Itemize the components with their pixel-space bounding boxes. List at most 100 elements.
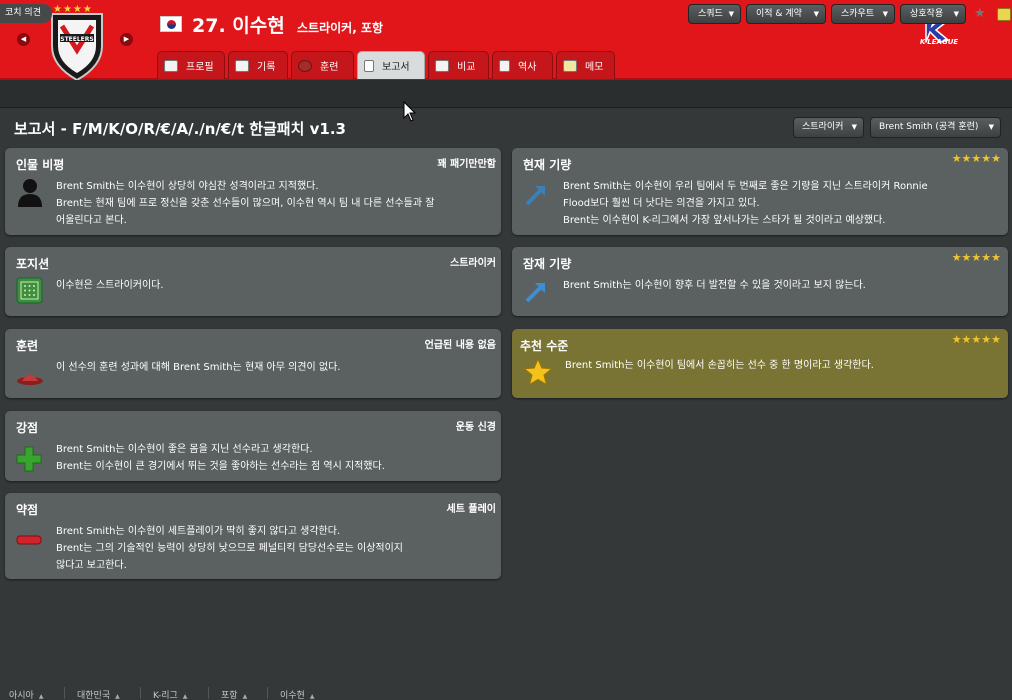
chevron-up-icon: ▲ xyxy=(115,693,120,700)
breadcrumb-item-k-league[interactable]: K-리그 ▲ xyxy=(153,688,187,700)
breadcrumb-label: 포항 xyxy=(221,691,238,700)
scout-dropdown[interactable]: Brent Smith (공격 훈련) ▼ xyxy=(870,117,1001,138)
card-text: Brent Smith는 이수현이 향후 더 발전할 수 있을 것이라고 보지 … xyxy=(563,280,866,291)
training-cone-icon xyxy=(17,374,43,385)
squad-menu-button[interactable]: 스쿼드 ▼ xyxy=(688,4,741,24)
card-title: 약점 xyxy=(16,503,39,517)
chevron-up-icon: ▲ xyxy=(38,693,44,700)
coach-opinion-button[interactable]: 코치 의견 xyxy=(0,4,52,23)
breadcrumb: 아시아 ▲ 대한민국 ▲ K-리그 ▲ 포항 ▲ 이수현 ▲ xyxy=(0,684,1012,700)
card-body: 이 선수의 훈련 성과에 대해 Brent Smith는 현재 아무 의견이 없… xyxy=(56,359,340,376)
recommendation-card: 추천 수준 ★★★★★ Brent Smith는 이수현이 팀에서 손꼽히는 선… xyxy=(512,329,1008,398)
card-title: 추천 수준 xyxy=(520,339,569,353)
tab-history[interactable]: 역사 xyxy=(492,51,553,79)
breadcrumb-label: 대한민국 xyxy=(77,691,111,700)
card-text: Brent는 이수현이 큰 경기에서 뛰는 것을 좋아하는 선수라는 점 역시 … xyxy=(56,461,385,472)
card-title: 인물 비평 xyxy=(16,158,65,172)
scout-menu-label: 스카우트 xyxy=(841,9,875,19)
tab-label: 훈련 xyxy=(320,62,339,73)
tab-compare[interactable]: 비교 xyxy=(428,51,489,79)
breadcrumb-item-player[interactable]: 이수현 ▲ xyxy=(280,688,314,700)
star-rating: ★★★★★ xyxy=(951,152,1001,165)
interaction-menu-button[interactable]: 상호작용 ▼ xyxy=(900,4,966,24)
card-text: Brent는 그의 기술적인 능력이 상당히 낮으므로 페널티킥 담당선수로는 … xyxy=(56,543,403,554)
card-title: 강점 xyxy=(16,421,39,435)
card-text: Brent Smith는 이수현이 좋은 몸을 지닌 선수라고 생각한다. xyxy=(56,444,313,455)
card-tag: 꽤 패기만만함 xyxy=(437,159,496,170)
current-ability-card: 현재 기량 ★★★★★ Brent Smith는 이수현이 우리 팀에서 두 번… xyxy=(512,148,1008,235)
personality-card: 인물 비평 꽤 패기만만함 Brent Smith는 이수현이 상당히 야심찬 … xyxy=(5,148,501,235)
breadcrumb-label: K-리그 xyxy=(153,691,178,700)
card-text: 어울린다고 본다. xyxy=(56,215,127,226)
breadcrumb-item-asia[interactable]: 아시아 ▲ xyxy=(9,688,43,700)
shortlist-star-icon[interactable]: ★ xyxy=(974,6,986,21)
card-title: 훈련 xyxy=(16,339,39,353)
star-icon xyxy=(523,357,553,386)
card-text: 이수현은 스트라이커이다. xyxy=(56,280,164,291)
breadcrumb-label: 이수현 xyxy=(280,691,305,700)
card-title: 현재 기량 xyxy=(523,158,572,172)
tab-report[interactable]: 보고서 xyxy=(357,51,425,79)
star-rating: ★★★★★ xyxy=(951,333,1001,346)
chevron-up-icon: ▲ xyxy=(182,693,188,700)
compare-icon xyxy=(435,59,449,72)
chevron-down-icon: ▼ xyxy=(953,10,959,18)
player-position[interactable]: 스트라이커, 포항 xyxy=(297,19,383,36)
next-player-button[interactable]: ▶ xyxy=(120,33,133,46)
card-body: Brent Smith는 이수현이 세트플레이가 딱히 좋지 않다고 생각한다.… xyxy=(56,523,403,574)
tab-stats[interactable]: 기록 xyxy=(228,51,288,79)
transfer-contract-menu-label: 이적 & 계약 xyxy=(756,9,802,19)
card-text: Brent Smith는 이수현이 상당히 야심찬 성격이라고 지적했다. xyxy=(56,181,319,192)
tab-label: 역사 xyxy=(518,62,537,73)
breadcrumb-label: 아시아 xyxy=(9,691,34,700)
minus-icon xyxy=(16,535,42,545)
weaknesses-card: 약점 세트 플레이 Brent Smith는 이수현이 세트플레이가 딱히 좋지… xyxy=(5,493,501,579)
plus-icon xyxy=(16,446,42,472)
card-body: Brent Smith는 이수현이 우리 팀에서 두 번째로 좋은 기량을 지닌… xyxy=(563,178,928,229)
training-card: 훈련 언급된 내용 없음 이 선수의 훈련 성과에 대해 Brent Smith… xyxy=(5,329,501,398)
card-text: Brent Smith는 이수현이 세트플레이가 딱히 좋지 않다고 생각한다. xyxy=(56,526,341,537)
tab-label: 비교 xyxy=(457,62,476,73)
action-toolbar xyxy=(0,80,1012,108)
interaction-menu-label: 상호작용 xyxy=(910,9,944,19)
chevron-down-icon: ▼ xyxy=(882,10,888,18)
card-body: Brent Smith는 이수현이 상당히 야심찬 성격이라고 지적했다. Br… xyxy=(56,178,434,229)
potential-ability-card: 잠재 기량 ★★★★★ Brent Smith는 이수현이 향후 더 발전할 수… xyxy=(512,247,1008,316)
club-crest[interactable]: ★★★★ STEELERS xyxy=(48,4,106,82)
card-text: Brent Smith는 이수현이 팀에서 손꼽히는 선수 중 한 명이라고 생… xyxy=(565,360,874,371)
current-ability-arrow-icon xyxy=(525,186,545,206)
chevron-up-icon: ▲ xyxy=(242,693,248,700)
add-note-icon[interactable] xyxy=(997,8,1011,21)
position-card: 포지션 스트라이커 이수현은 스트라이커이다. xyxy=(5,247,501,316)
tab-label: 보고서 xyxy=(382,62,410,73)
position-dropdown[interactable]: 스트라이커 ▼ xyxy=(793,117,864,138)
breadcrumb-divider xyxy=(208,687,209,699)
tab-label: 프로필 xyxy=(186,62,214,73)
tab-label: 기록 xyxy=(257,62,276,73)
scout-dropdown-label: Brent Smith (공격 훈련) xyxy=(879,122,979,132)
tab-training[interactable]: 훈련 xyxy=(291,51,354,79)
card-text: 않다고 보고한다. xyxy=(56,560,127,571)
notes-icon xyxy=(563,59,577,72)
previous-player-button[interactable]: ◀ xyxy=(17,33,30,46)
card-text: 이 선수의 훈련 성과에 대해 Brent Smith는 현재 아무 의견이 없… xyxy=(56,362,341,373)
card-text: Brent는 이수현이 K-리그에서 가장 앞서나가는 스타가 될 것이라고 예… xyxy=(563,215,886,226)
report-icon xyxy=(364,59,374,72)
pitch-icon xyxy=(16,277,43,304)
league-name: K-LEAGUE xyxy=(919,38,959,46)
chevron-down-icon: ▼ xyxy=(988,123,994,131)
breadcrumb-divider xyxy=(267,687,268,699)
transfer-contract-menu-button[interactable]: 이적 & 계약 ▼ xyxy=(746,4,826,24)
breadcrumb-item-pohang[interactable]: 포항 ▲ xyxy=(221,688,247,700)
potential-ability-arrow-icon xyxy=(525,283,545,303)
tab-profile[interactable]: 프로필 xyxy=(157,51,225,79)
tab-label: 메모 xyxy=(585,62,604,73)
card-body: Brent Smith는 이수현이 팀에서 손꼽히는 선수 중 한 명이라고 생… xyxy=(565,357,874,374)
person-silhouette-icon xyxy=(18,179,42,207)
player-name: 27. 이수현 xyxy=(192,15,285,37)
chevron-down-icon: ▼ xyxy=(813,10,819,18)
svg-text:STEELERS: STEELERS xyxy=(60,36,93,43)
tab-notes[interactable]: 메모 xyxy=(556,51,615,79)
breadcrumb-item-korea[interactable]: 대한민국 ▲ xyxy=(77,688,120,700)
scout-menu-button[interactable]: 스카우트 ▼ xyxy=(831,4,895,24)
